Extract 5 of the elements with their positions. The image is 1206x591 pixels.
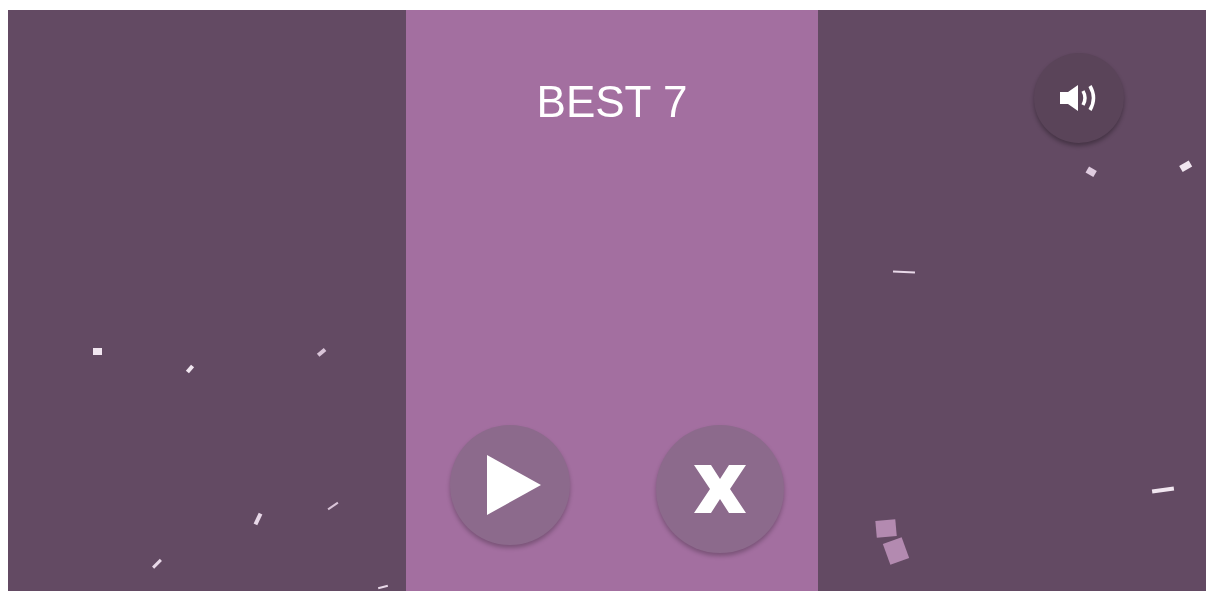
sound-button[interactable] (1034, 53, 1124, 143)
speaker-icon (1060, 83, 1098, 113)
close-icon (694, 465, 746, 513)
play-icon (487, 455, 541, 515)
best-score: BEST 7 (536, 80, 688, 124)
